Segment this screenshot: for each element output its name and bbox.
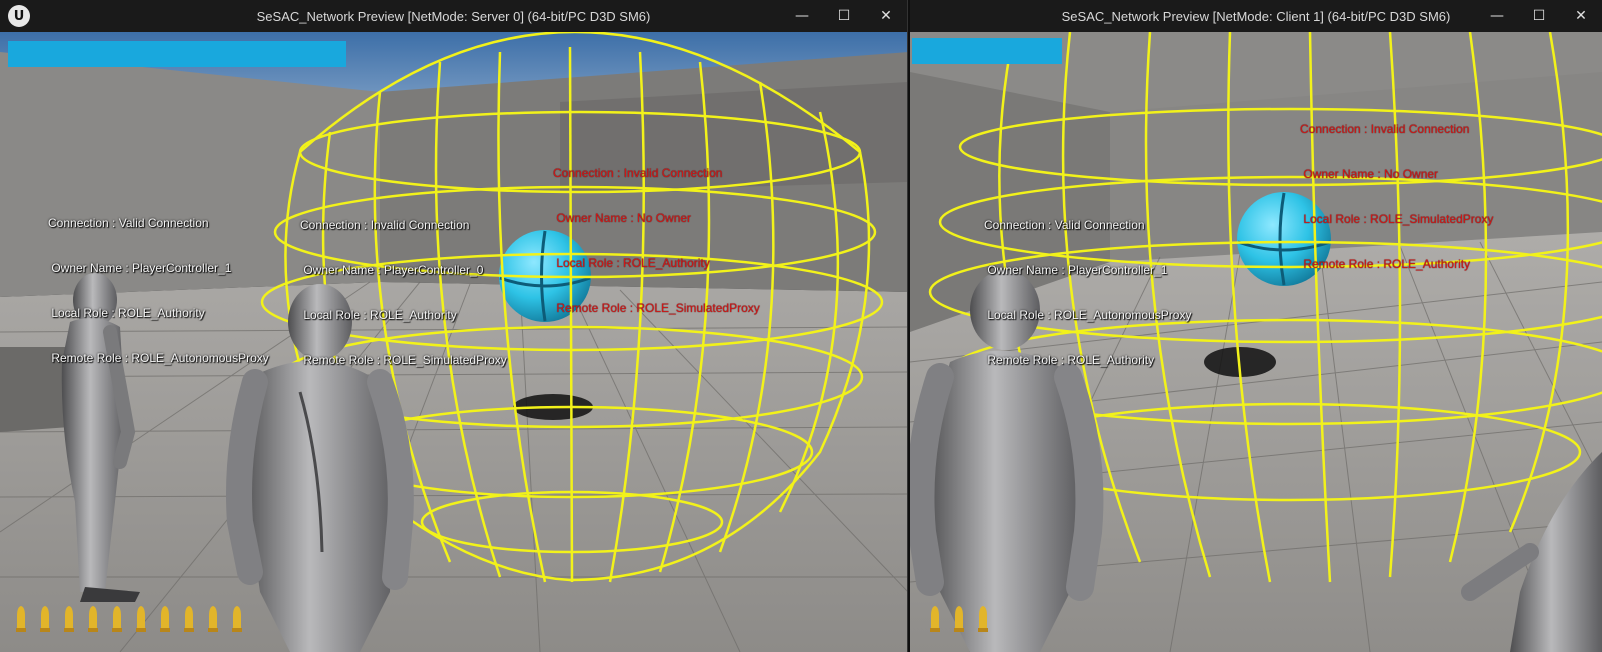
local-role-text: Local Role : ROLE_AutonomousProxy	[984, 308, 1192, 322]
bullet-icon	[954, 606, 964, 632]
ammo-counter	[930, 606, 988, 632]
bullet-icon	[136, 606, 146, 632]
connection-text: Connection : Invalid Connection	[300, 218, 470, 232]
owner-text: Owner Name : PlayerController_1	[48, 261, 232, 275]
bullet-icon	[232, 606, 242, 632]
game-viewport[interactable]: Connection : Valid Connection Owner Name…	[0, 32, 907, 652]
owner-text: Owner Name : PlayerController_0	[300, 263, 484, 277]
maximize-button[interactable]: ☐	[823, 0, 865, 32]
close-button[interactable]: ✕	[865, 0, 907, 32]
debug-label-sphere: Connection : Invalid Connection Owner Na…	[553, 136, 760, 346]
local-role-text: Local Role : ROLE_SimulatedProxy	[1300, 212, 1494, 226]
bullet-icon	[978, 606, 988, 632]
debug-label-player-1: Connection : Valid Connection Owner Name…	[984, 188, 1191, 398]
bullet-icon	[208, 606, 218, 632]
bullet-icon	[88, 606, 98, 632]
server-preview-window: U SeSAC_Network Preview [NetMode: Server…	[0, 0, 908, 652]
health-bar	[8, 41, 346, 67]
ammo-counter	[16, 606, 242, 632]
debug-label-sphere: Connection : Invalid Connection Owner Na…	[1300, 92, 1493, 302]
connection-text: Connection : Valid Connection	[48, 216, 209, 230]
title-bar[interactable]: U SeSAC_Network Preview [NetMode: Server…	[0, 0, 907, 32]
bullet-icon	[16, 606, 26, 632]
game-viewport[interactable]: Connection : Valid Connection Owner Name…	[910, 32, 1602, 652]
bullet-icon	[160, 606, 170, 632]
client-preview-window: SeSAC_Network Preview [NetMode: Client 1…	[910, 0, 1602, 652]
minimize-button[interactable]: —	[781, 0, 823, 32]
connection-text: Connection : Invalid Connection	[1300, 122, 1470, 136]
connection-text: Connection : Valid Connection	[984, 218, 1145, 232]
health-bar	[912, 38, 1062, 64]
remote-role-text: Remote Role : ROLE_Authority	[1300, 257, 1471, 271]
window-title: SeSAC_Network Preview [NetMode: Server 0…	[256, 8, 651, 24]
title-bar[interactable]: SeSAC_Network Preview [NetMode: Client 1…	[910, 0, 1602, 32]
connection-text: Connection : Invalid Connection	[553, 166, 723, 180]
bullet-icon	[112, 606, 122, 632]
local-role-text: Local Role : ROLE_Authority	[300, 308, 457, 322]
remote-role-text: Remote Role : ROLE_SimulatedProxy	[300, 353, 507, 367]
minimize-button[interactable]: —	[1476, 0, 1518, 32]
unreal-logo-icon: U	[8, 5, 30, 27]
owner-text: Owner Name : PlayerController_1	[984, 263, 1168, 277]
remote-role-text: Remote Role : ROLE_SimulatedProxy	[553, 301, 760, 315]
maximize-button[interactable]: ☐	[1518, 0, 1560, 32]
bullet-icon	[64, 606, 74, 632]
close-button[interactable]: ✕	[1560, 0, 1602, 32]
owner-text: Owner Name : No Owner	[553, 211, 692, 225]
debug-label-player-0: Connection : Invalid Connection Owner Na…	[300, 188, 507, 398]
owner-text: Owner Name : No Owner	[1300, 167, 1439, 181]
bullet-icon	[184, 606, 194, 632]
local-role-text: Local Role : ROLE_Authority	[553, 256, 710, 270]
remote-role-text: Remote Role : ROLE_AutonomousProxy	[48, 351, 269, 365]
remote-role-text: Remote Role : ROLE_Authority	[984, 353, 1155, 367]
bullet-icon	[930, 606, 940, 632]
local-role-text: Local Role : ROLE_Authority	[48, 306, 205, 320]
debug-label-player-1: Connection : Valid Connection Owner Name…	[48, 186, 269, 396]
bullet-icon	[40, 606, 50, 632]
